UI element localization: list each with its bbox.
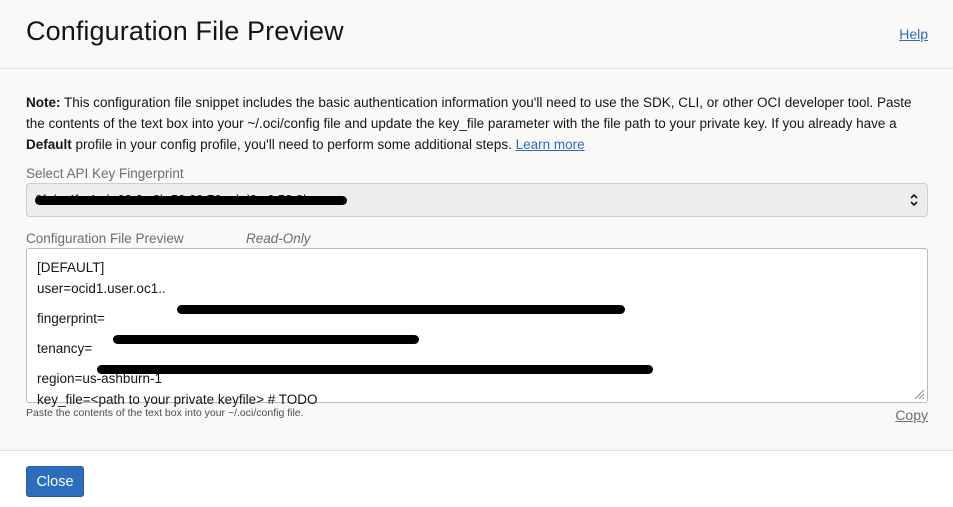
config-tenancy-prefix: tenancy= — [37, 341, 93, 356]
help-link[interactable]: Help — [899, 26, 928, 42]
close-button[interactable]: Close — [26, 466, 84, 497]
config-fingerprint-prefix: fingerprint= — [37, 311, 105, 326]
config-user-prefix: user=ocid1.user.oc1.. — [37, 281, 166, 296]
dialog-title: Configuration File Preview — [26, 16, 344, 46]
redaction-mark — [35, 196, 347, 205]
note-text-1: This configuration file snippet includes… — [26, 95, 912, 131]
config-line-fingerprint: fingerprint= — [37, 308, 593, 344]
learn-more-link[interactable]: Learn more — [516, 137, 585, 152]
note-paragraph: Note: This configuration file snippet in… — [26, 92, 931, 155]
config-line-region: region=us-ashburn-1 — [37, 371, 162, 386]
config-line-tenancy: tenancy= — [37, 338, 653, 374]
note-default-word: Default — [26, 137, 72, 152]
config-preview-content: [DEFAULT] user=ocid1.user.oc1.. fingerpr… — [37, 257, 653, 410]
dialog-body: Note: This configuration file snippet in… — [0, 70, 953, 450]
readonly-tag: Read-Only — [246, 231, 311, 246]
paste-hint: Paste the contents of the text box into … — [26, 407, 304, 419]
note-label: Note: — [26, 95, 61, 110]
config-preview-textarea[interactable]: [DEFAULT] user=ocid1.user.oc1.. fingerpr… — [26, 248, 928, 407]
fingerprint-select-label: Select API Key Fingerprint — [26, 166, 184, 181]
fingerprint-select[interactable]: 6f:da:4f:c4:ab:62:2c:2b:53:39:76:cd:d8:c… — [26, 183, 928, 217]
config-line-section: [DEFAULT] — [37, 260, 105, 275]
dialog-footer: Close — [0, 450, 953, 507]
note-text-2: profile in your config profile, you'll n… — [71, 137, 516, 152]
select-chevron-icon — [910, 193, 918, 207]
dialog-header: Configuration File Preview Help — [0, 0, 953, 69]
resize-grip-icon[interactable] — [913, 388, 925, 400]
copy-link[interactable]: Copy — [895, 407, 928, 423]
config-line-user: user=ocid1.user.oc1.. — [37, 278, 625, 314]
preview-label: Configuration File Preview — [26, 231, 184, 246]
